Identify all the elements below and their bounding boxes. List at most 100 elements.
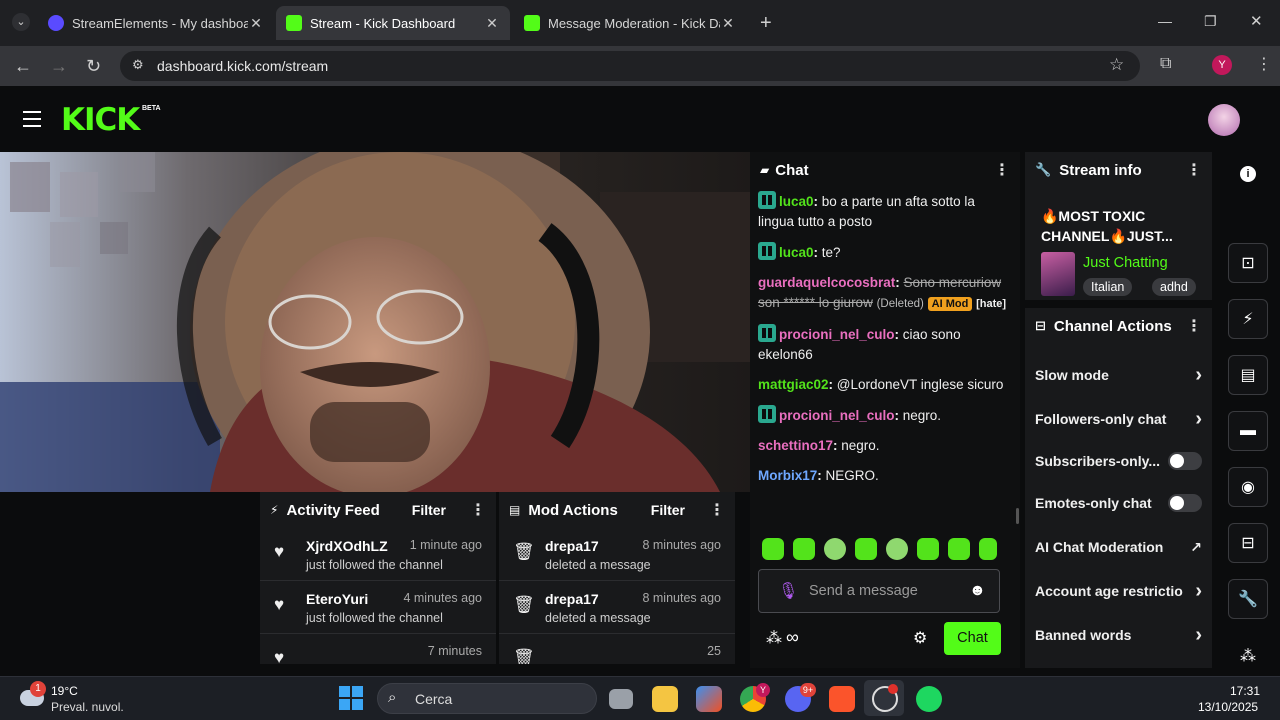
followers-only-row[interactable]: Followers-only chat › xyxy=(1025,398,1212,440)
broadcast-button[interactable]: ◉ xyxy=(1228,467,1268,507)
site-info-icon[interactable]: ⚙ xyxy=(132,57,144,73)
address-bar[interactable]: ⚙ dashboard.kick.com/stream xyxy=(120,51,1140,81)
emoji-icon[interactable]: ☻ xyxy=(969,582,986,600)
emote-icon[interactable] xyxy=(917,538,939,560)
mod-actions-menu-icon[interactable]: ⋮ xyxy=(709,500,725,520)
user-avatar[interactable] xyxy=(1208,104,1240,136)
kicks-icon[interactable]: ⁂ xyxy=(766,628,782,648)
emotes-only-toggle[interactable] xyxy=(1168,494,1202,512)
stream-video-preview[interactable] xyxy=(0,152,750,492)
emote-icon[interactable] xyxy=(762,538,784,560)
activity-filter-button[interactable]: Filter xyxy=(412,502,446,518)
mod-filter-button[interactable]: Filter xyxy=(651,502,685,518)
browser-tab-stream[interactable]: Stream - Kick Dashboard ✕ xyxy=(276,6,510,40)
chat-message[interactable]: procioni_nel_culo: negro. xyxy=(758,405,1012,426)
forward-icon[interactable]: → xyxy=(50,56,68,77)
weather-temperature[interactable]: 19°C xyxy=(51,684,78,698)
banned-words-row[interactable]: Banned words › xyxy=(1025,614,1212,656)
url-text[interactable]: dashboard.kick.com/stream xyxy=(157,58,328,74)
close-window-icon[interactable]: ✕ xyxy=(1250,12,1263,30)
mod-log-button[interactable]: ▤ xyxy=(1228,355,1268,395)
windows-start-icon[interactable] xyxy=(339,686,363,710)
category-link[interactable]: Just Chatting xyxy=(1083,255,1168,271)
task-view-icon[interactable] xyxy=(609,689,633,709)
chat-message[interactable]: procioni_nel_culo: ciao sono ekelon66 xyxy=(758,324,1012,365)
chat-message[interactable]: luca0: te? xyxy=(758,242,1012,263)
ai-chat-moderation-row[interactable]: AI Chat Moderation ↗ xyxy=(1025,526,1212,568)
spotify-icon[interactable] xyxy=(916,686,942,712)
stream-title[interactable]: 🔥MOST TOXIC CHANNEL🔥JUST... xyxy=(1041,206,1191,246)
brave-icon[interactable] xyxy=(829,686,855,712)
channel-actions-menu-icon[interactable]: ⋮ xyxy=(1186,316,1202,336)
microsoft-store-icon[interactable] xyxy=(696,686,722,712)
chat-message[interactable]: schettino17: negro. xyxy=(758,436,1012,456)
hamburger-menu-icon[interactable] xyxy=(23,111,41,127)
reload-icon[interactable]: ↻ xyxy=(86,56,101,77)
chat-input[interactable]: 🎙 Send a message ☻ xyxy=(758,569,1000,613)
restore-icon[interactable]: ❐ xyxy=(1204,13,1217,30)
emote-icon[interactable] xyxy=(948,538,970,560)
send-chat-button[interactable]: Chat xyxy=(944,622,1001,655)
chat-menu-icon[interactable]: ⋮ xyxy=(994,160,1010,180)
chat-scrollbar[interactable] xyxy=(1016,508,1019,524)
activity-item[interactable]: ♥ 7 minutes xyxy=(260,634,496,664)
microphone-icon[interactable]: 🎙 xyxy=(778,581,798,601)
emote-icon[interactable] xyxy=(793,538,815,560)
subscriber-badge-icon xyxy=(758,191,776,209)
new-tab-icon[interactable]: + xyxy=(760,12,772,35)
clock-time[interactable]: 17:31 xyxy=(1230,684,1260,698)
file-explorer-icon[interactable] xyxy=(652,686,678,712)
account-age-row[interactable]: Account age restrictio › xyxy=(1025,570,1212,612)
browser-tab-streamelements[interactable]: StreamElements - My dashboard ✕ xyxy=(38,6,274,40)
taskbar-search[interactable]: ⌕ Cerca xyxy=(377,683,597,714)
mod-action-item[interactable]: 🗑 drepa17 8 minutes ago deleted a message xyxy=(499,528,735,581)
more-panels-icon[interactable]: ⁂ xyxy=(1240,646,1256,666)
emote-icon[interactable] xyxy=(886,538,908,560)
chat-message[interactable]: Morbix17: NEGRO. xyxy=(758,466,1012,486)
subscribers-only-row[interactable]: Subscribers-only... xyxy=(1025,440,1212,482)
stream-info-menu-icon[interactable]: ⋮ xyxy=(1186,160,1202,180)
weather-description[interactable]: Preval. nuvol. xyxy=(51,700,124,714)
close-tab-icon[interactable]: ✕ xyxy=(720,15,736,32)
tag-chip[interactable]: adhd xyxy=(1152,278,1196,296)
close-tab-icon[interactable]: ✕ xyxy=(484,15,500,32)
tab-search-chevron-icon[interactable]: ⌄ xyxy=(12,13,30,31)
bookmark-star-icon[interactable]: ☆ xyxy=(1109,55,1124,75)
quick-actions-button[interactable]: ⚡ xyxy=(1228,299,1268,339)
infinity-icon[interactable]: ∞ xyxy=(786,627,799,648)
clock-date[interactable]: 13/10/2025 xyxy=(1198,700,1258,714)
screenshot-button[interactable]: ⊡ xyxy=(1228,243,1268,283)
subscribers-only-toggle[interactable] xyxy=(1168,452,1202,470)
emote-icon[interactable] xyxy=(979,538,997,560)
channel-actions-button[interactable]: ⊟ xyxy=(1228,523,1268,563)
activity-menu-icon[interactable]: ⋮ xyxy=(470,500,486,520)
chat-message[interactable]: luca0: bo a parte un afta sotto la lingu… xyxy=(758,191,1012,232)
discord-notification-badge: 9+ xyxy=(800,683,816,697)
chat-settings-gear-icon[interactable]: ⚙ xyxy=(913,628,927,648)
emote-icon[interactable] xyxy=(855,538,877,560)
chat-toggle-button[interactable]: ▬ xyxy=(1228,411,1268,451)
stream-info-button[interactable]: 🔧 xyxy=(1228,579,1268,619)
ai-mod-badge: AI Mod xyxy=(927,297,973,311)
browser-menu-icon[interactable]: ⋮ xyxy=(1256,54,1272,74)
info-icon[interactable]: i xyxy=(1240,166,1256,182)
extensions-icon[interactable]: ⧉ xyxy=(1160,55,1171,73)
chat-message-deleted[interactable]: guardaquelcocosbrat: Sono mercuriow son … xyxy=(758,273,1012,314)
chat-message[interactable]: mattgiac02: @LordoneVT inglese sicuro xyxy=(758,375,1012,395)
close-tab-icon[interactable]: ✕ xyxy=(248,15,264,32)
emote-icon[interactable] xyxy=(824,538,846,560)
slow-mode-row[interactable]: Slow mode › xyxy=(1025,354,1212,396)
mod-action-item[interactable]: 🗑 25 xyxy=(499,634,735,664)
activity-item[interactable]: ♥ XjrdXOdhLZ 1 minute ago just followed th… xyxy=(260,528,496,581)
minimize-icon[interactable]: — xyxy=(1158,13,1172,29)
back-icon[interactable]: ← xyxy=(14,56,32,77)
profile-avatar[interactable]: Y xyxy=(1212,55,1232,75)
kick-logo[interactable]: KICK xyxy=(61,102,140,138)
category-thumbnail[interactable] xyxy=(1041,252,1075,296)
activity-item[interactable]: ♥ EteroYuri 4 minutes ago just followed th… xyxy=(260,581,496,634)
emotes-only-row[interactable]: Emotes-only chat xyxy=(1025,482,1212,524)
browser-tab-message-moderation[interactable]: Message Moderation - Kick Dashboard ✕ xyxy=(514,6,746,40)
tag-chip[interactable]: Italian xyxy=(1083,278,1133,296)
subscriber-badge-icon xyxy=(758,242,776,260)
mod-action-item[interactable]: 🗑 drepa17 8 minutes ago deleted a message xyxy=(499,581,735,634)
